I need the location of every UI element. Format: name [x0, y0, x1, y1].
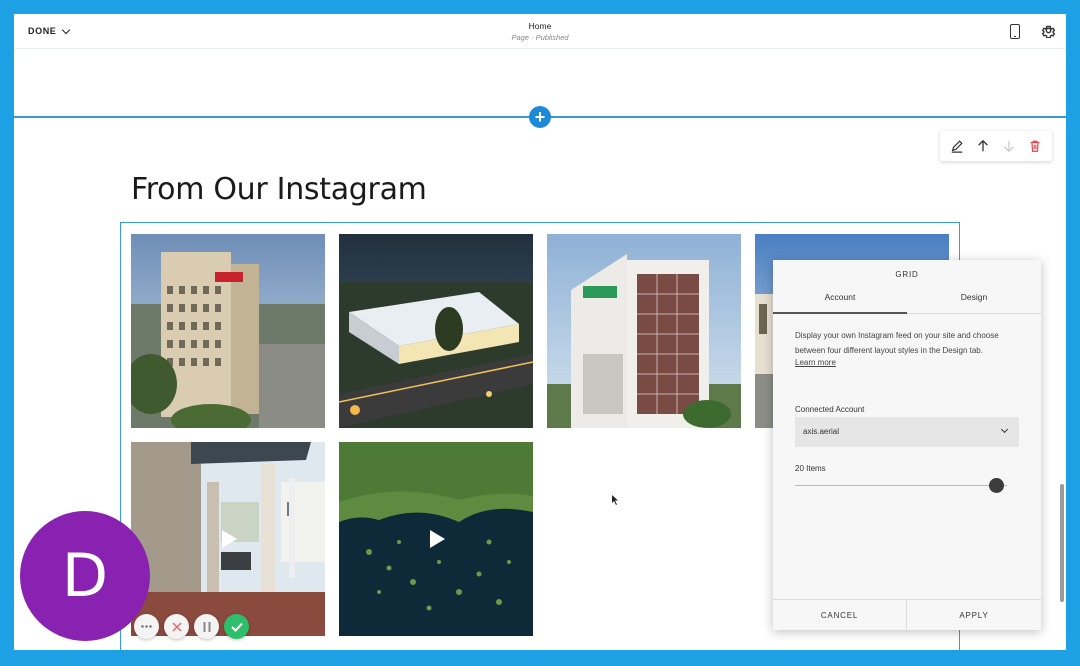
pencil-icon[interactable]	[948, 137, 966, 155]
connected-account-label: Connected Account	[795, 405, 865, 414]
avatar: D	[20, 511, 150, 641]
gear-icon[interactable]	[1041, 23, 1056, 39]
trash-icon[interactable]	[1026, 137, 1044, 155]
instagram-image-tile[interactable]	[547, 234, 741, 428]
top-bar: DONE Home Page · Published	[14, 14, 1066, 49]
instagram-image-tile[interactable]	[131, 234, 325, 428]
apply-button[interactable]: APPLY	[907, 600, 1041, 631]
learn-more-link[interactable]: Learn more	[795, 358, 836, 367]
items-slider-track[interactable]	[795, 485, 1007, 486]
items-slider-thumb[interactable]	[989, 478, 1005, 493]
instagram-video-tile[interactable]	[131, 442, 325, 636]
block-toolbar	[940, 131, 1052, 161]
tab-account[interactable]: Account	[773, 292, 907, 314]
mobile-preview-icon[interactable]	[1010, 24, 1020, 39]
arrow-down-icon[interactable]	[1000, 137, 1018, 155]
play-icon	[222, 530, 237, 548]
check-icon[interactable]	[224, 614, 249, 639]
close-icon[interactable]	[164, 614, 189, 639]
panel-footer: CANCEL APPLY	[773, 599, 1041, 631]
recording-controls	[134, 614, 249, 639]
scrollbar[interactable]	[1060, 484, 1064, 602]
more-icon[interactable]	[134, 614, 159, 639]
instagram-video-tile[interactable]	[339, 442, 533, 636]
add-section-button[interactable]: +	[529, 106, 551, 128]
section-heading: From Our Instagram	[131, 172, 427, 207]
mouse-cursor-icon	[612, 492, 620, 505]
play-icon	[430, 530, 445, 548]
panel-tabs: Account Design	[773, 286, 1041, 314]
items-count-label: 20 Items	[795, 464, 826, 473]
editor-frame: DONE Home Page · Published + From Our In…	[14, 14, 1066, 650]
page-title: Home	[528, 21, 552, 31]
instagram-image-tile[interactable]	[339, 234, 533, 428]
connected-account-select[interactable]: axis.aerial	[795, 417, 1019, 447]
tab-design[interactable]: Design	[907, 292, 1041, 314]
pause-icon[interactable]	[194, 614, 219, 639]
arrow-up-icon[interactable]	[974, 137, 992, 155]
cancel-button[interactable]: CANCEL	[773, 600, 907, 631]
grid-settings-panel: GRID Account Design Display your own Ins…	[773, 260, 1041, 631]
chevron-down-icon	[1000, 425, 1009, 434]
page-status: Page · Published	[511, 33, 569, 42]
panel-title: GRID	[895, 270, 919, 279]
connected-account-value: axis.aerial	[803, 427, 840, 436]
panel-description: Display your own Instagram feed on your …	[795, 331, 999, 355]
